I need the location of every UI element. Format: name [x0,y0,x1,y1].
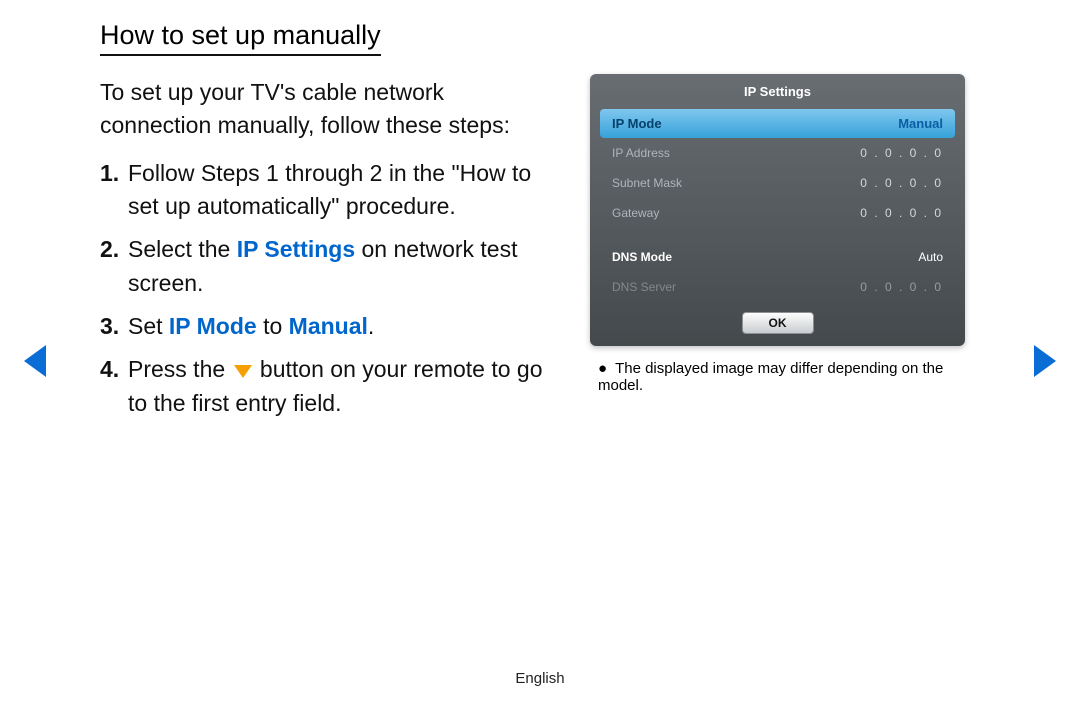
row-label: IP Address [612,146,670,160]
row-value: 0 . 0 . 0 . 0 [860,176,943,190]
text-fragment: Select the [128,236,237,262]
step-text: Set IP Mode to Manual. [128,310,560,343]
step-1: 1. Follow Steps 1 through 2 in the "How … [100,157,560,224]
step-text: Select the IP Settings on network test s… [128,233,560,300]
step-3: 3. Set IP Mode to Manual. [100,310,560,343]
ip-mode-row[interactable]: IP Mode Manual [600,109,955,138]
prev-page-arrow[interactable] [24,345,46,377]
highlight-manual: Manual [289,313,368,339]
text-fragment: . [368,313,374,339]
row-label: IP Mode [612,116,662,131]
step-text: Follow Steps 1 through 2 in the "How to … [128,157,560,224]
ip-settings-panel: IP Settings IP Mode Manual IP Address 0 … [590,74,965,346]
dns-mode-row[interactable]: DNS Mode Auto [590,242,965,272]
highlight-ip-mode: IP Mode [169,313,257,339]
row-value: Auto [918,250,943,264]
text-fragment: Press the [128,356,232,382]
row-value: Manual [898,116,943,131]
intro-text: To set up your TV's cable network connec… [100,76,560,143]
row-value: 0 . 0 . 0 . 0 [860,206,943,220]
step-number: 2. [100,233,128,300]
subnet-mask-row[interactable]: Subnet Mask 0 . 0 . 0 . 0 [590,168,965,198]
step-text: Press the button on your remote to go to… [128,353,560,420]
ok-button[interactable]: OK [742,312,814,334]
disclaimer-text: ●The displayed image may differ dependin… [590,360,980,394]
ip-address-row[interactable]: IP Address 0 . 0 . 0 . 0 [590,138,965,168]
gateway-row[interactable]: Gateway 0 . 0 . 0 . 0 [590,198,965,228]
bullet-icon: ● [598,360,607,377]
row-label: DNS Mode [612,250,672,264]
row-value: 0 . 0 . 0 . 0 [860,280,943,294]
instruction-column: To set up your TV's cable network connec… [100,68,560,430]
page-title: How to set up manually [100,20,381,56]
next-page-arrow[interactable] [1034,345,1056,377]
text-fragment: Set [128,313,169,339]
row-value: 0 . 0 . 0 . 0 [860,146,943,160]
highlight-ip-settings: IP Settings [237,236,355,262]
panel-title: IP Settings [590,74,965,109]
step-number: 4. [100,353,128,420]
disclaimer-content: The displayed image may differ depending… [598,360,943,394]
down-arrow-icon [234,365,252,378]
footer-language: English [0,670,1080,687]
row-label: Subnet Mask [612,176,682,190]
step-2: 2. Select the IP Settings on network tes… [100,233,560,300]
dns-server-row: DNS Server 0 . 0 . 0 . 0 [590,272,965,302]
step-number: 3. [100,310,128,343]
text-fragment: to [257,313,289,339]
step-number: 1. [100,157,128,224]
step-4: 4. Press the button on your remote to go… [100,353,560,420]
row-label: Gateway [612,206,659,220]
row-label: DNS Server [612,280,676,294]
